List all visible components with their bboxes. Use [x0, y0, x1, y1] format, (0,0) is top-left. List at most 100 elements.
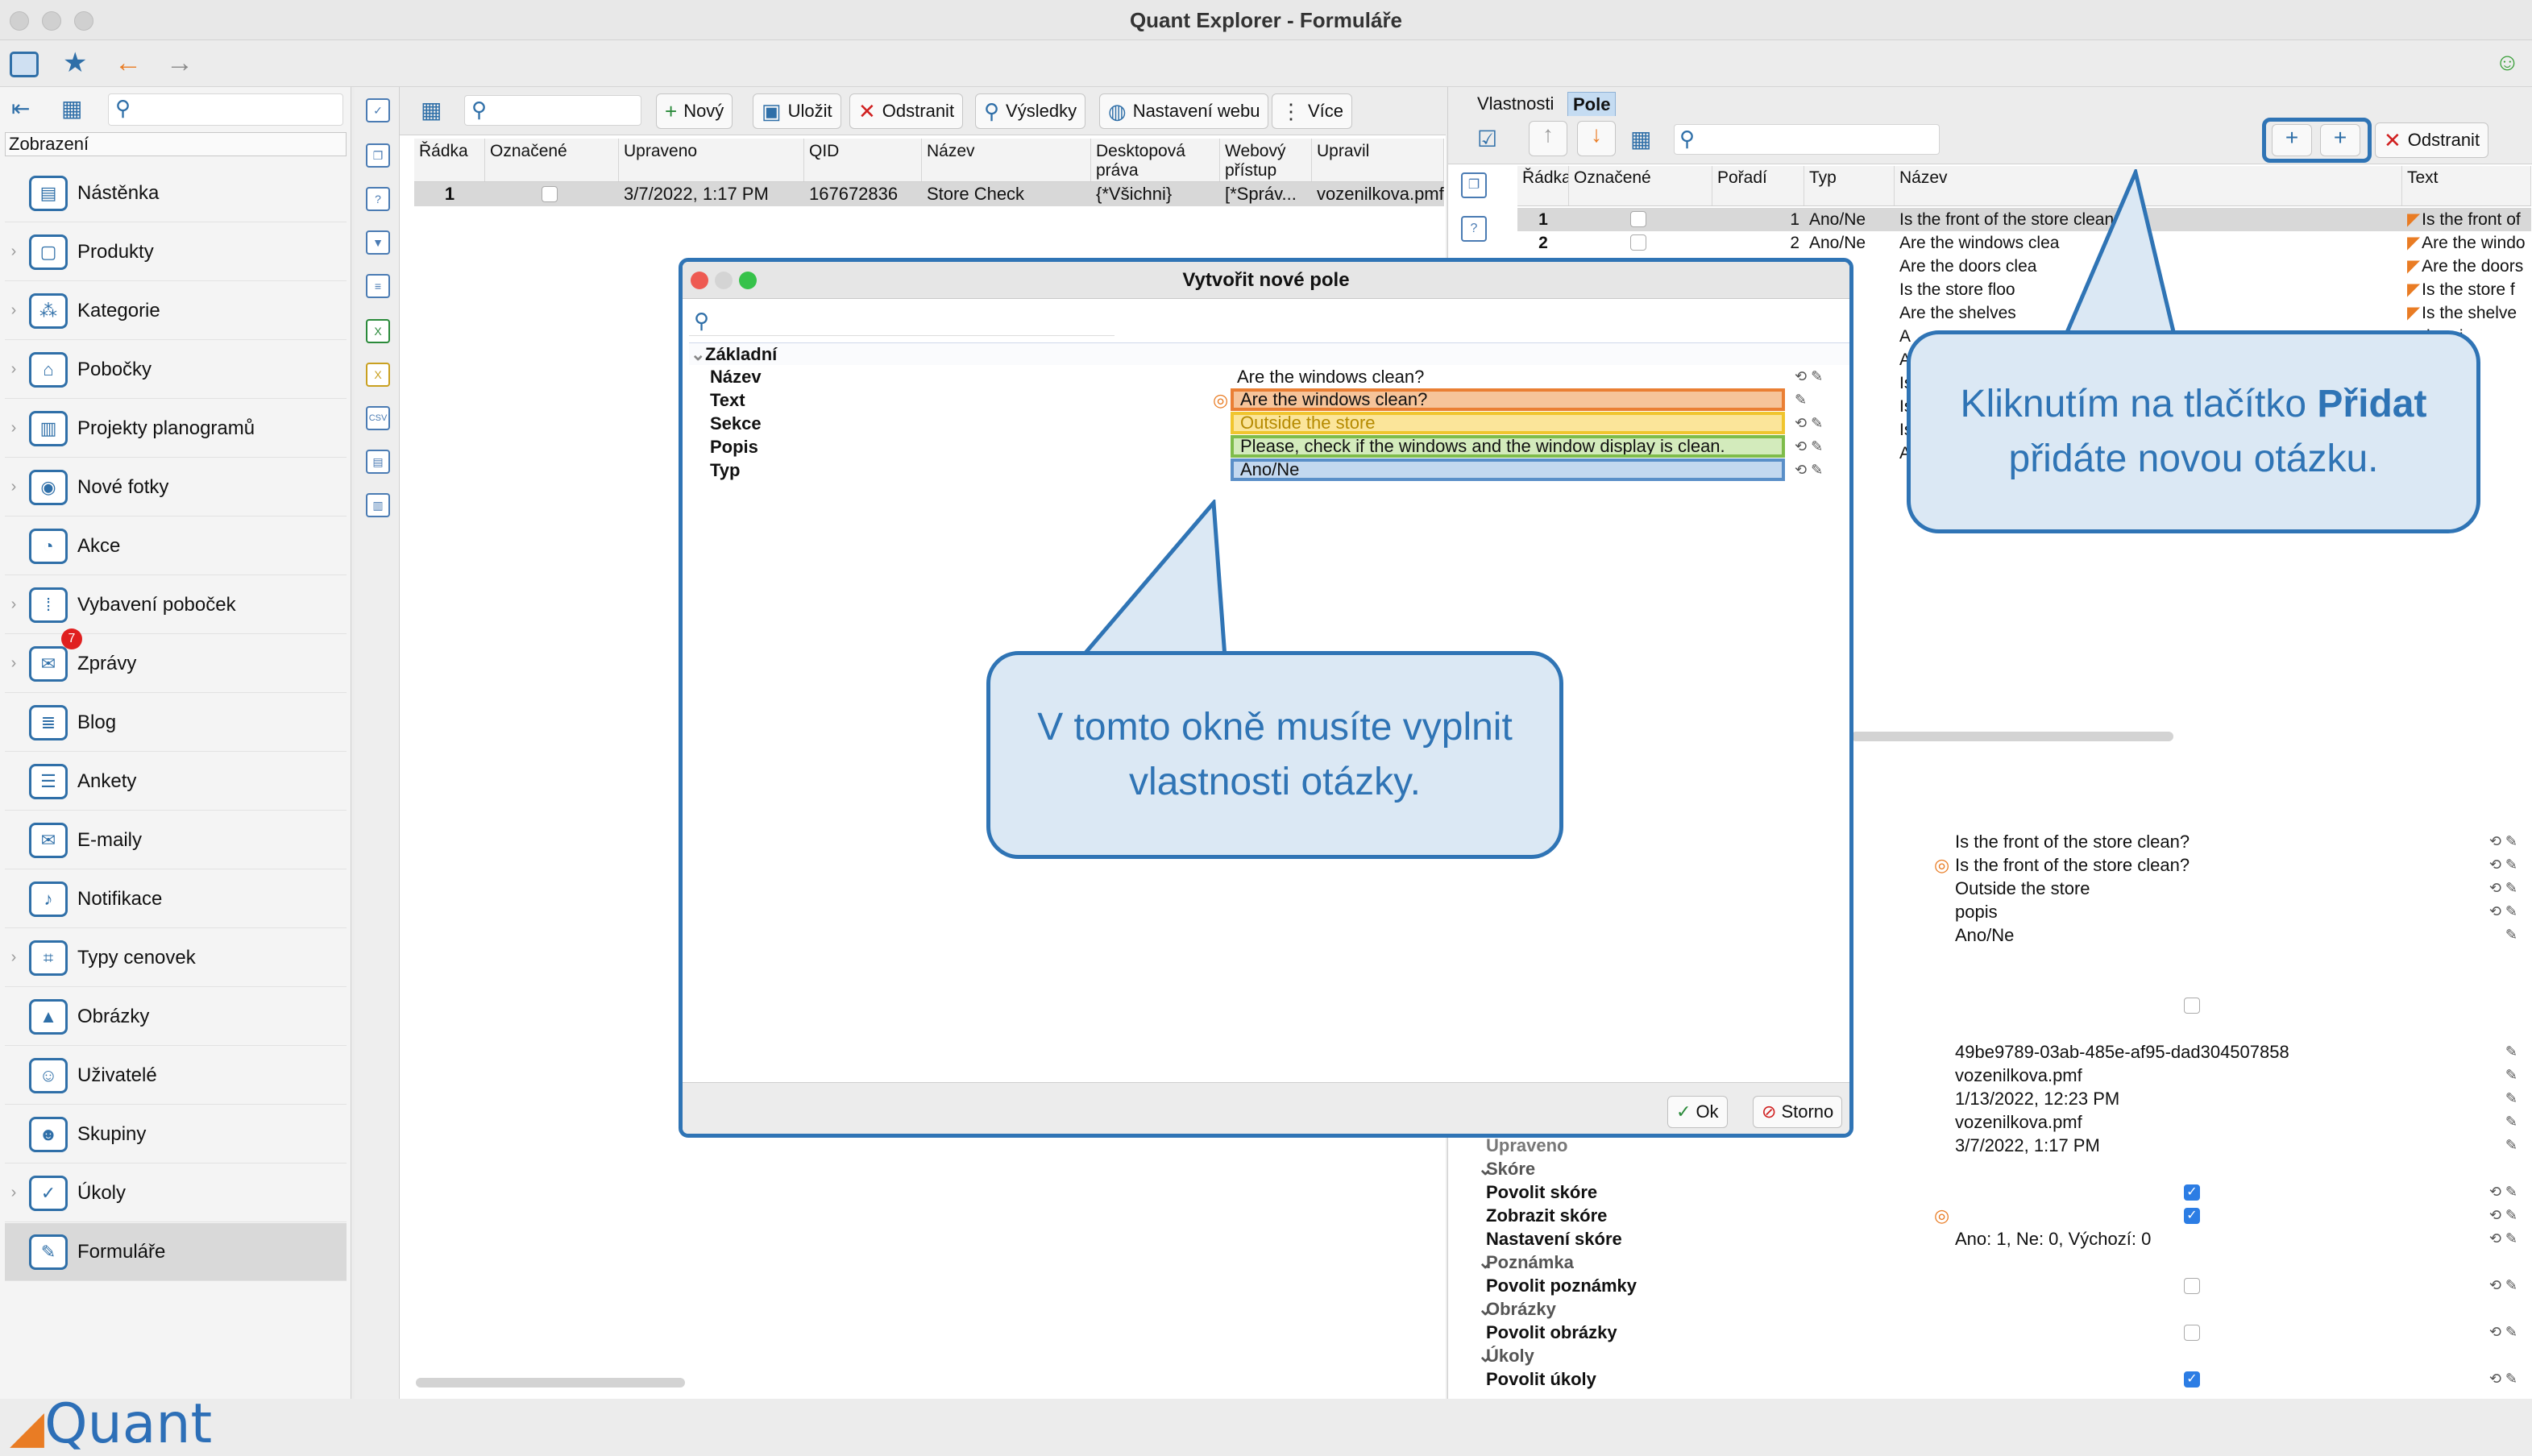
duplicate-icon[interactable]: ❐ — [366, 143, 390, 168]
show-score-checkbox[interactable]: ✓ — [2184, 1208, 2200, 1224]
allow-notes-checkbox[interactable] — [2184, 1278, 2200, 1294]
sidebar-search-input[interactable]: ⚲ — [108, 93, 343, 126]
column-header[interactable]: Webový přístup — [1220, 139, 1312, 181]
description-input[interactable]: Please, check if the windows and the win… — [1231, 435, 1785, 458]
dialog-search-input[interactable]: ⚲ — [689, 305, 1114, 336]
table-row[interactable]: 1 3/7/2022, 1:17 PM 167672836 Store Chec… — [414, 182, 1444, 206]
sidebar-item-dashboard[interactable]: ▤ Nástěnka — [5, 164, 347, 222]
reset-icon[interactable]: ⟲ ✎ — [2489, 830, 2517, 853]
fields-search-input[interactable]: ⚲ — [1674, 124, 1940, 155]
help-icon[interactable]: ? — [1461, 216, 1487, 242]
filter-icon[interactable]: ▼ — [366, 230, 390, 255]
columns-icon[interactable]: ▦ — [1630, 126, 1651, 152]
text-input[interactable]: Are the windows clean? — [1231, 388, 1785, 411]
reset-icon[interactable]: ⟲ ✎ — [2489, 1227, 2517, 1251]
reset-icon[interactable]: ⟲ ✎ — [1795, 365, 1823, 388]
list-icon[interactable]: ≡ — [366, 274, 390, 298]
forms-search-input[interactable]: ⚲ — [464, 95, 641, 126]
results-button[interactable]: ⚲ Výsledky — [975, 93, 1086, 129]
section-header[interactable]: ⌄ Poznámka — [1475, 1251, 2522, 1274]
favorites-star-icon[interactable]: ★ — [63, 48, 87, 77]
sidebar-item-products[interactable]: › ▢ Produkty — [5, 223, 347, 281]
reset-icon[interactable]: ⟲ ✎ — [2489, 877, 2517, 900]
delete-field-button[interactable]: ✕ Odstranit — [2375, 122, 2489, 158]
more-button[interactable]: ⋮ Více — [1272, 93, 1353, 129]
chevron-right-icon[interactable]: › — [5, 360, 23, 379]
dialog-close-button[interactable] — [691, 272, 708, 289]
sidebar-toggle-icon[interactable] — [10, 52, 39, 77]
sidebar-item-stores[interactable]: › ⌂ Pobočky — [5, 341, 347, 399]
allow-tasks-checkbox[interactable]: ✓ — [2184, 1371, 2200, 1388]
chevron-right-icon[interactable]: › — [5, 243, 23, 261]
sidebar-item-promotion[interactable]: ◔ Akce — [5, 517, 347, 575]
type-select[interactable]: Ano/Ne — [1231, 458, 1785, 481]
help-icon[interactable]: ? — [366, 187, 390, 211]
sidebar-item-forms[interactable]: ✎ Formuláře — [5, 1223, 347, 1281]
save-button[interactable]: ▣ Uložit — [753, 93, 841, 129]
column-header[interactable]: Typ — [1804, 166, 1895, 205]
edit-icon[interactable]: ✎ — [2505, 1040, 2517, 1064]
row-checkbox[interactable] — [542, 186, 558, 202]
property-checkbox[interactable] — [2184, 998, 2200, 1014]
sidebar-item-blog[interactable]: ≣ Blog — [5, 694, 347, 752]
reset-icon[interactable]: ⟲ ✎ — [1795, 435, 1823, 458]
move-down-button[interactable]: ↓ — [1577, 121, 1616, 156]
column-header[interactable]: Pořadí — [1712, 166, 1804, 205]
reset-icon[interactable]: ⟲ ✎ — [2489, 1321, 2517, 1344]
reset-icon[interactable]: ⟲ ✎ — [1795, 458, 1823, 482]
section-header[interactable]: ⌄ Obrázky — [1475, 1297, 2522, 1321]
sidebar-item-camera[interactable]: › ◉ Nové fotky — [5, 458, 347, 516]
reset-icon[interactable]: ⟲ ✎ — [2489, 1180, 2517, 1204]
reset-icon[interactable]: ⟲ ✎ — [2489, 900, 2517, 923]
reset-icon[interactable]: ⟲ ✎ — [2489, 1367, 2517, 1391]
insert-field-button[interactable]: + — [2320, 124, 2360, 156]
chevron-right-icon[interactable]: › — [5, 948, 23, 967]
section-header[interactable]: ⌄ Skóre — [1475, 1157, 2522, 1180]
column-header[interactable]: Označené — [485, 139, 619, 181]
edit-icon[interactable]: ✎ — [2505, 1087, 2517, 1110]
columns-icon[interactable]: ▦ — [421, 97, 442, 123]
sidebar-item-users[interactable]: ☺ Uživatelé — [5, 1047, 347, 1105]
edit-icon[interactable]: ✎ — [2505, 1064, 2517, 1087]
chevron-right-icon[interactable]: › — [5, 654, 23, 673]
sidebar-item-email[interactable]: ✉ E-maily — [5, 811, 347, 869]
reset-icon[interactable]: ⟲ ✎ — [2489, 1274, 2517, 1297]
section-header[interactable]: ⌄ Úkoly — [1475, 1344, 2522, 1367]
reset-icon[interactable]: ⟲ ✎ — [2489, 1204, 2517, 1227]
select-all-icon[interactable]: ✓ — [366, 98, 390, 122]
edit-icon[interactable]: ✎ — [2505, 923, 2517, 947]
horizontal-scrollbar[interactable] — [416, 1378, 685, 1388]
excel-import-icon[interactable]: X — [366, 363, 390, 387]
sidebar-item-categories[interactable]: › ⁂ Kategorie — [5, 282, 347, 340]
csv-icon[interactable]: CSV — [366, 406, 390, 430]
back-arrow-icon[interactable]: ← — [114, 48, 142, 77]
sidebar-item-groups[interactable]: ☻ Skupiny — [5, 1105, 347, 1164]
chart-icon[interactable]: ▥ — [366, 493, 390, 517]
tab-fields[interactable]: Pole — [1567, 92, 1617, 118]
edit-icon[interactable]: ✎ — [2505, 1110, 2517, 1134]
chevron-right-icon[interactable]: › — [5, 301, 23, 320]
dialog-minimize-button[interactable] — [715, 272, 733, 289]
select-all-icon[interactable]: ☑ — [1477, 126, 1497, 152]
chevron-right-icon[interactable]: › — [5, 1184, 23, 1202]
sidebar-item-planogram[interactable]: › ▥ Projekty planogramů — [5, 400, 347, 458]
sidebar-item-images[interactable]: ▲ Obrázky — [5, 988, 347, 1046]
cancel-button[interactable]: ⊘ Storno — [1753, 1096, 1843, 1128]
sidebar-item-messages[interactable]: › ✉ Zprávy 7 — [5, 628, 347, 693]
move-up-button[interactable]: ↑ — [1529, 121, 1567, 156]
column-header[interactable]: Desktopová práva — [1091, 139, 1220, 181]
sidebar-item-price-tags[interactable]: › ⌗ Typy cenovek — [5, 929, 347, 987]
edit-icon[interactable]: ✎ — [2505, 1134, 2517, 1157]
reset-icon[interactable]: ⟲ ✎ — [1795, 412, 1823, 435]
collapse-sidebar-icon[interactable]: ⇤ — [11, 95, 30, 122]
chevron-right-icon[interactable]: › — [5, 478, 23, 496]
excel-export-icon[interactable]: X — [366, 319, 390, 343]
delete-button[interactable]: ✕ Odstranit — [849, 93, 964, 129]
sidebar-item-surveys[interactable]: ☰ Ankety — [5, 753, 347, 811]
horizontal-scrollbar[interactable] — [1851, 732, 2173, 741]
web-settings-button[interactable]: ◍ Nastavení webu — [1099, 93, 1269, 129]
column-header[interactable]: Upravil — [1312, 139, 1444, 181]
chevron-right-icon[interactable]: › — [5, 595, 23, 614]
chevron-right-icon[interactable]: › — [5, 419, 23, 438]
reset-icon[interactable]: ⟲ ✎ — [2489, 853, 2517, 877]
